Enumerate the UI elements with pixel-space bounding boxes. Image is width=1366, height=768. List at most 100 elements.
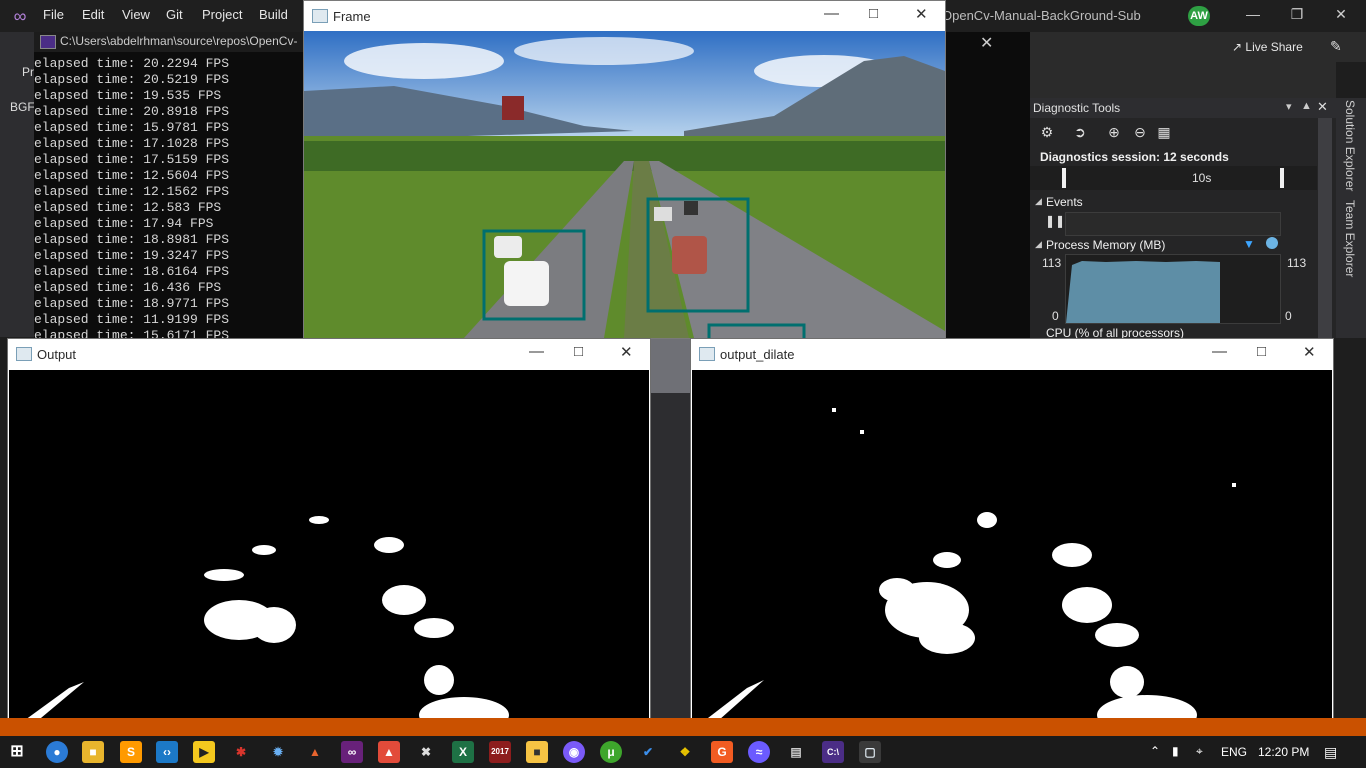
battery-icon[interactable]: ▮	[1172, 744, 1179, 758]
maximize-icon[interactable]: □	[1257, 343, 1266, 360]
mask-blob	[919, 622, 975, 654]
zoom-out-icon[interactable]: ⊖	[1131, 124, 1149, 142]
dropdown-icon[interactable]: ▾	[1286, 100, 1292, 113]
notification-icon[interactable]: ▤	[1324, 744, 1337, 761]
mask-blob	[1052, 543, 1092, 567]
close-icon[interactable]: ✕	[620, 343, 633, 361]
app-icon[interactable]: ✱	[230, 741, 252, 763]
maximize-icon[interactable]: □	[869, 5, 878, 22]
restore-icon[interactable]: ❐	[1282, 6, 1312, 26]
menu-view[interactable]: View	[122, 7, 150, 22]
dilated-mask	[692, 370, 1332, 730]
minimize-icon[interactable]: —	[529, 343, 544, 360]
excel-icon[interactable]: X	[452, 741, 474, 763]
console-line: elapsed time: 16.436 FPS	[34, 280, 222, 295]
menu-edit[interactable]: Edit	[82, 7, 104, 22]
visual-studio-icon[interactable]: ∞	[341, 741, 363, 763]
wifi-icon[interactable]: ⌖	[1196, 744, 1203, 759]
live-share-button[interactable]: ↗ Live Share	[1232, 40, 1303, 54]
mask-blob	[252, 607, 296, 643]
timeline-handle[interactable]	[1280, 168, 1284, 188]
chrome-icon[interactable]: ●	[46, 741, 68, 763]
app-icon[interactable]: ✖	[415, 741, 437, 763]
messenger-icon[interactable]: ≈	[748, 741, 770, 763]
close-icon[interactable]: ✕	[980, 33, 993, 53]
matlab-icon[interactable]: ▲	[304, 741, 326, 763]
avatar[interactable]: AW	[1188, 6, 1210, 26]
mask-blob	[1062, 587, 1112, 623]
app-icon[interactable]: ❖	[674, 741, 696, 763]
app-icon[interactable]: ▤	[785, 741, 807, 763]
console-app-icon[interactable]: C:\	[822, 741, 844, 763]
menu-build[interactable]: Build	[259, 7, 288, 22]
opencv-window-icon[interactable]: ▢	[859, 741, 881, 763]
todo-icon[interactable]: ✔	[637, 741, 659, 763]
file-explorer-icon[interactable]: ■	[82, 741, 104, 763]
minimize-icon[interactable]: —	[1212, 343, 1227, 360]
sublime-text-icon[interactable]: S	[120, 741, 142, 763]
console-line: elapsed time: 18.8981 FPS	[34, 232, 230, 247]
chevron-up-icon[interactable]: ⌃	[1150, 744, 1160, 758]
settings-icon[interactable]: ⚙	[1038, 124, 1056, 142]
pause-icon[interactable]: ❚❚	[1045, 214, 1065, 228]
pin-icon[interactable]: ▲	[1301, 100, 1312, 112]
frame-image-peek	[650, 339, 690, 393]
output-dilate-window[interactable]: output_dilate — □ ✕	[691, 339, 1333, 731]
vscode-icon[interactable]: ‹›	[156, 741, 178, 763]
mask-speck	[832, 408, 836, 412]
app-2017-icon[interactable]: 2017	[489, 741, 511, 763]
windows-start-icon[interactable]: ⊞	[6, 741, 28, 763]
feedback-icon[interactable]: ✎	[1330, 38, 1342, 55]
utorrent-icon[interactable]: μ	[600, 741, 622, 763]
tab-team-explorer[interactable]: Team Explorer	[1343, 200, 1357, 277]
close-icon[interactable]: ✕	[915, 5, 928, 23]
close-icon[interactable]: ✕	[1326, 6, 1356, 26]
app-icon[interactable]: G	[711, 741, 733, 763]
menu-git[interactable]: Git	[166, 7, 183, 22]
close-icon[interactable]: ✕	[1303, 343, 1316, 361]
diagnostics-scrollbar[interactable]	[1318, 118, 1332, 338]
console-line: elapsed time: 17.5159 FPS	[34, 152, 230, 167]
export-icon[interactable]: ➲	[1071, 124, 1089, 142]
collapse-icon[interactable]: ◢	[1035, 239, 1042, 250]
window-app-icon	[699, 347, 715, 361]
collapse-icon[interactable]: ◢	[1035, 196, 1042, 207]
snapshot-marker-icon: ▼	[1243, 237, 1255, 251]
left-tab-label[interactable]: BGF	[10, 100, 35, 114]
console-line: elapsed time: 17.1028 FPS	[34, 136, 230, 151]
highway-scene	[304, 31, 945, 338]
events-label: Events	[1046, 195, 1083, 209]
zoom-in-icon[interactable]: ⊕	[1105, 124, 1123, 142]
sticky-notes-icon[interactable]: ■	[526, 741, 548, 763]
language-indicator[interactable]: ENG	[1221, 745, 1247, 759]
menu-file[interactable]: File	[43, 7, 64, 22]
tab-solution-explorer[interactable]: Solution Explorer	[1343, 100, 1357, 191]
memory-graph	[1065, 254, 1281, 324]
output-title: Output	[37, 347, 77, 362]
media-player-icon[interactable]: ▶	[193, 741, 215, 763]
timeline[interactable]	[1030, 166, 1317, 190]
app-icon[interactable]: ▲	[378, 741, 400, 763]
billboard	[502, 96, 524, 120]
diagnostics-session: Diagnostics session: 12 seconds	[1040, 150, 1229, 164]
close-icon[interactable]: ✕	[1317, 99, 1328, 115]
left-panel-label: Pr	[22, 65, 34, 79]
minimize-icon[interactable]: —	[1238, 6, 1268, 26]
app-icon[interactable]: ◉	[563, 741, 585, 763]
timeline-handle[interactable]	[1062, 168, 1066, 188]
chart-icon[interactable]: ▦	[1155, 124, 1173, 142]
mask-blob	[1110, 666, 1144, 698]
app-icon[interactable]: ✹	[267, 741, 289, 763]
private-bytes-dot-icon	[1266, 237, 1278, 249]
console-window-right	[944, 32, 1030, 338]
menu-project[interactable]: Project	[202, 7, 242, 22]
diagnostic-tools-title: Diagnostic Tools	[1033, 101, 1121, 115]
vs-status-bar	[0, 718, 1366, 736]
output-window[interactable]: Output — □ ✕	[8, 339, 650, 731]
minimize-icon[interactable]: —	[824, 5, 839, 22]
maximize-icon[interactable]: □	[574, 343, 583, 360]
memory-area	[1066, 261, 1220, 323]
console-line: elapsed time: 19.535 FPS	[34, 88, 222, 103]
clock[interactable]: 12:20 PM	[1258, 745, 1309, 759]
mask-blob	[374, 537, 404, 553]
